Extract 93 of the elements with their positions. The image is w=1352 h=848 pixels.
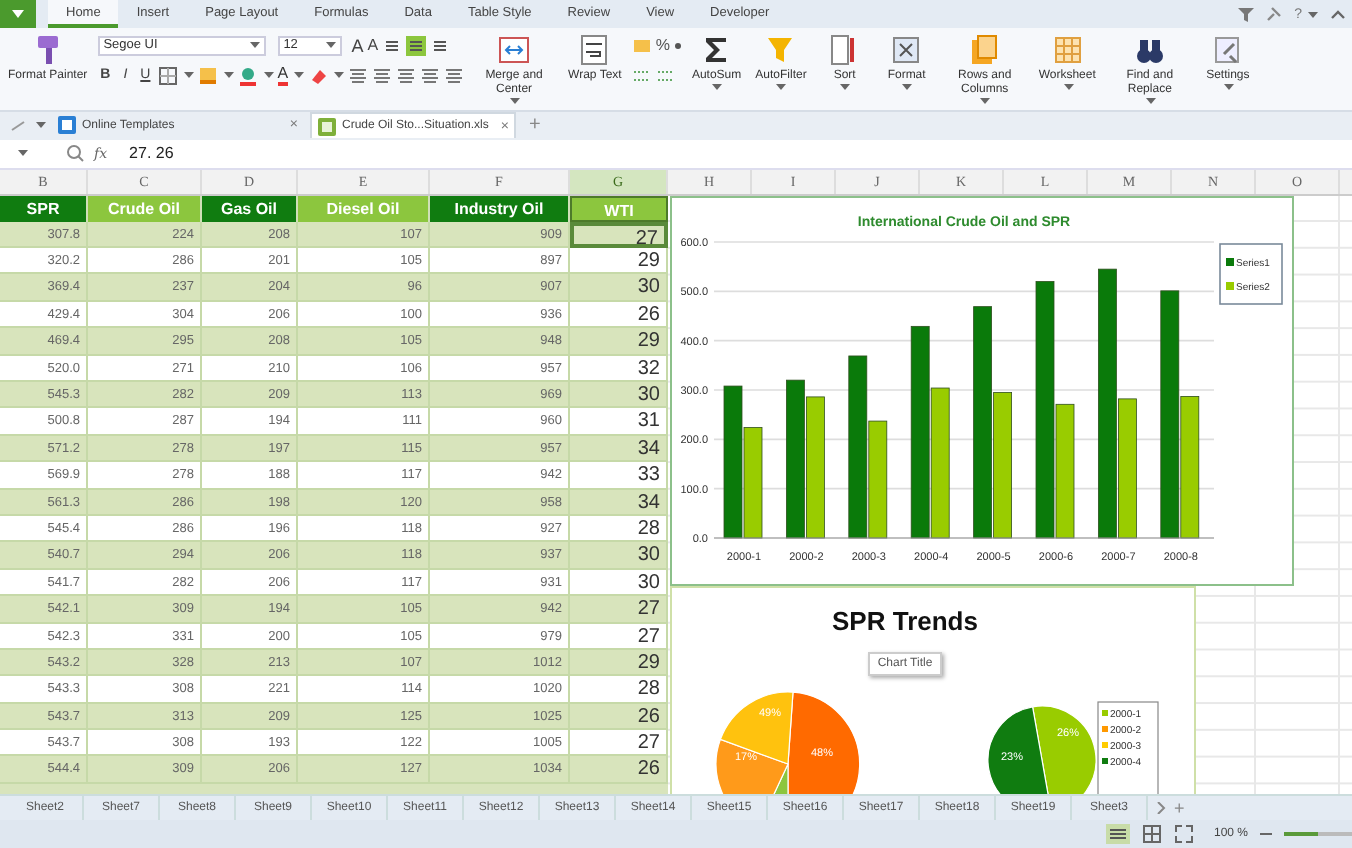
table-cell[interactable]: 27 xyxy=(570,596,668,623)
fill-color-icon[interactable] xyxy=(197,65,218,85)
caret-icon xyxy=(776,84,787,90)
caret-icon xyxy=(263,72,274,78)
legend-swatch xyxy=(1226,257,1234,266)
clear-format-icon[interactable] xyxy=(308,65,329,85)
caret-icon xyxy=(334,72,345,78)
caret-icon xyxy=(294,72,305,78)
align-right-icon[interactable] xyxy=(396,65,417,85)
bar xyxy=(743,426,763,538)
collapse-icon[interactable] xyxy=(1330,8,1346,20)
borders-icon[interactable] xyxy=(157,65,178,85)
column-heading: SPR xyxy=(0,195,88,222)
column-heading: Diesel Oil xyxy=(298,195,430,222)
app-menu-button[interactable] xyxy=(0,0,36,28)
bar xyxy=(806,395,825,538)
align-top-icon[interactable] xyxy=(382,35,403,55)
caret-icon xyxy=(325,42,336,48)
table-cell[interactable]: 26 xyxy=(570,756,668,784)
caret-icon xyxy=(249,42,260,48)
table-cell[interactable]: 27 xyxy=(570,221,668,249)
table-cell[interactable]: 34 xyxy=(570,489,668,516)
decrease-decimal-icon[interactable] xyxy=(655,65,676,85)
caret-icon xyxy=(36,122,46,129)
caret-icon xyxy=(1145,98,1156,104)
align-left-icon[interactable] xyxy=(348,65,369,85)
filter-icon[interactable] xyxy=(1238,6,1255,22)
table-cell[interactable]: 29 xyxy=(570,649,668,677)
caret-icon xyxy=(12,10,24,18)
table-cell[interactable]: 32 xyxy=(570,355,668,382)
table-cell[interactable]: 26 xyxy=(570,301,668,329)
align-center-icon[interactable] xyxy=(372,65,393,85)
highlight-icon[interactable] xyxy=(237,65,258,85)
table-cell[interactable]: 27 xyxy=(570,623,668,650)
formula-field[interactable]: 27. 26 xyxy=(129,144,174,163)
table-cell[interactable]: 28 xyxy=(570,515,668,543)
fullscreen-icon[interactable] xyxy=(1173,824,1194,844)
worksheet-icon xyxy=(1051,34,1084,66)
table-cell[interactable]: 28 xyxy=(570,676,668,704)
column-heading: WTI xyxy=(570,195,668,222)
table-cell[interactable]: 29 xyxy=(570,248,668,275)
table-cell[interactable]: 29 xyxy=(570,328,668,356)
caret-icon xyxy=(840,84,851,90)
table-cell[interactable]: 30 xyxy=(570,274,668,302)
column-heading: Crude Oil xyxy=(88,195,202,222)
table-cell[interactable]: 30 xyxy=(570,569,668,597)
add-sheet-button[interactable]: + xyxy=(1174,798,1185,819)
table-cell[interactable]: 30 xyxy=(570,542,668,570)
funnel-icon xyxy=(764,34,797,66)
indent-icon[interactable] xyxy=(420,65,441,85)
caret-icon xyxy=(510,98,521,104)
align-bottom-icon[interactable] xyxy=(430,35,451,55)
caret-icon xyxy=(1223,84,1234,90)
align-middle-icon[interactable] xyxy=(406,35,427,55)
normal-view-icon[interactable] xyxy=(1105,824,1130,844)
caret-icon xyxy=(712,84,723,90)
column-heading: Gas Oil xyxy=(202,195,298,222)
caret-icon xyxy=(902,84,913,90)
page-layout-icon[interactable] xyxy=(1141,824,1162,844)
table-cell[interactable]: 26 xyxy=(570,703,668,731)
legend-swatch xyxy=(1226,281,1234,290)
spreadsheet-icon xyxy=(318,117,336,136)
caret-icon xyxy=(1063,84,1074,90)
table-cell[interactable]: 31 xyxy=(570,408,668,436)
format-grid-icon xyxy=(890,34,923,66)
percent-button[interactable]: % xyxy=(655,36,670,54)
dot-icon[interactable] xyxy=(673,41,682,49)
grow-font-button[interactable]: A xyxy=(351,35,364,55)
wrap-text-icon xyxy=(578,34,611,66)
zoom-out-icon[interactable] xyxy=(1260,830,1272,838)
caret-icon xyxy=(223,72,234,78)
binoculars-icon xyxy=(1133,34,1166,66)
template-icon xyxy=(58,116,76,135)
table-cell[interactable]: 27 xyxy=(570,730,668,757)
more-icon[interactable] xyxy=(1156,802,1166,815)
caret-icon xyxy=(980,98,991,104)
caret-icon xyxy=(183,72,194,78)
font-color-button[interactable]: A xyxy=(277,65,289,85)
increase-decimal-icon[interactable] xyxy=(631,65,652,85)
pin-icon[interactable] xyxy=(1266,6,1283,22)
search-icon[interactable] xyxy=(66,144,84,163)
chart-title: SPR Trends xyxy=(832,605,978,636)
table-cell[interactable]: 30 xyxy=(570,381,668,409)
outdent-icon[interactable] xyxy=(444,65,465,85)
table-cell[interactable]: 34 xyxy=(570,435,668,463)
shrink-font-button[interactable]: A xyxy=(367,36,379,54)
settings-icon xyxy=(1211,34,1244,66)
merge-cells-icon xyxy=(498,34,531,66)
column-heading: Industry Oil xyxy=(430,195,570,222)
table-cell[interactable]: 33 xyxy=(570,462,668,490)
caret-icon xyxy=(18,150,28,157)
rows-columns-icon xyxy=(968,34,1001,66)
caret-icon xyxy=(1308,11,1318,17)
